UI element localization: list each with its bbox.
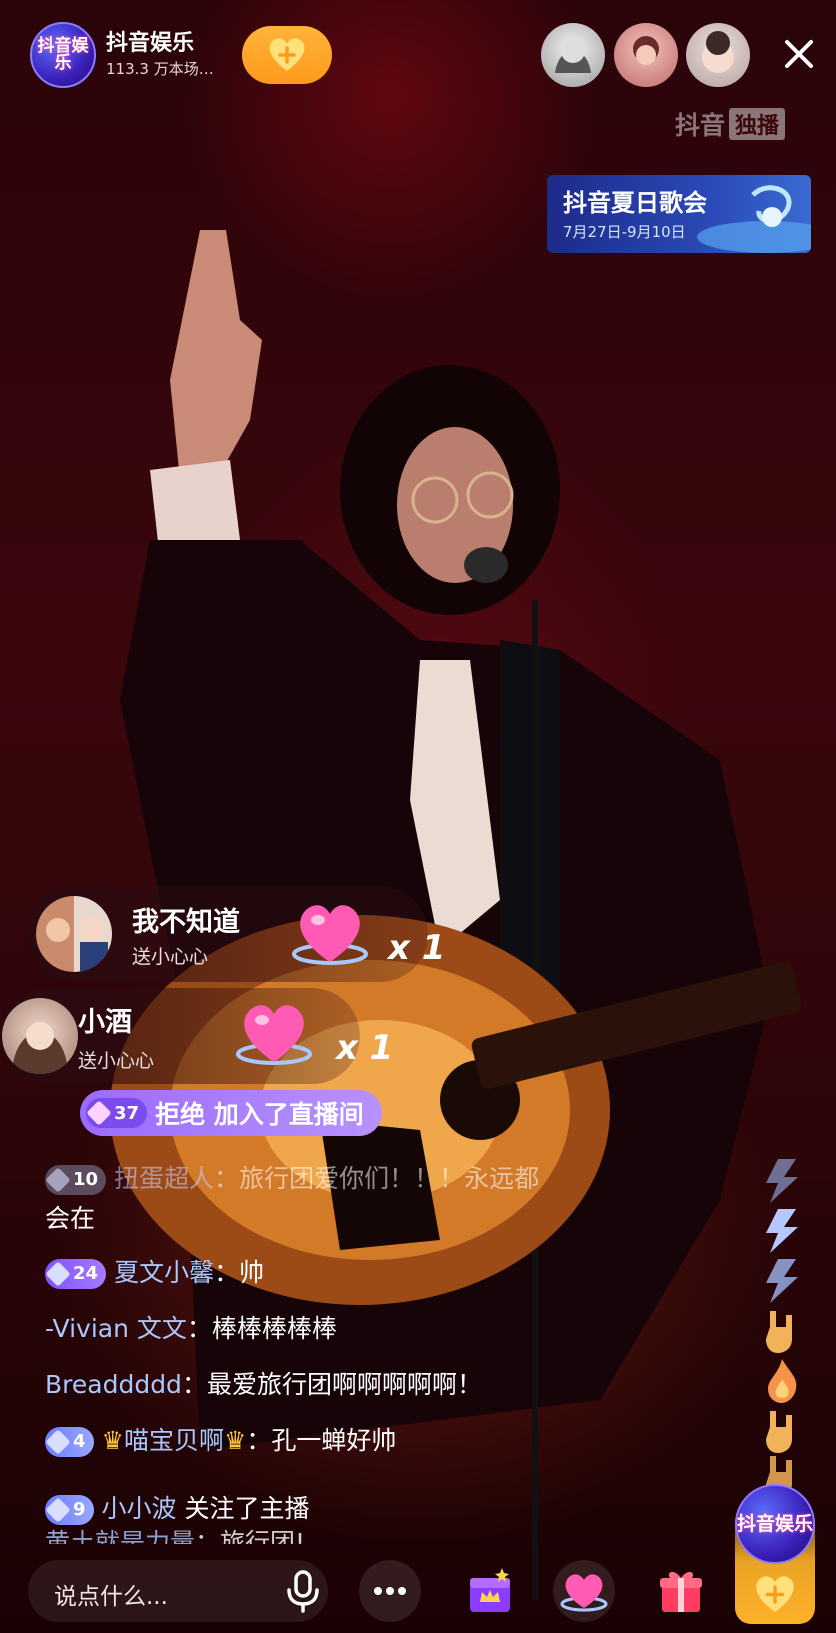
crown-icon: ♛ <box>101 1426 124 1455</box>
gem-icon <box>45 1429 71 1455</box>
level-badge: 37 <box>86 1098 148 1128</box>
gift-sender-avatar[interactable] <box>2 998 78 1074</box>
douyin-exclusive-watermark: 抖音 独播 <box>675 106 786 142</box>
comment-placeholder: 说点什么... <box>54 1584 168 1610</box>
microphone-icon[interactable] <box>278 1566 328 1616</box>
level-badge: 24 <box>45 1259 107 1289</box>
banner-date: 7月27日-9月10日 <box>563 223 686 241</box>
gift-sender-avatar[interactable] <box>36 896 112 972</box>
chat-message: 4 ♛喵宝贝啊♛：孔一蝉好帅 <box>45 1424 705 1458</box>
chat-text: 会在 <box>45 1204 96 1233</box>
rock-hand-icon <box>766 1311 792 1353</box>
more-icon <box>374 1587 406 1595</box>
chat-username[interactable]: 黄土就是力量 <box>45 1528 195 1544</box>
level-badge: 10 <box>45 1165 107 1195</box>
viewer-avatar-1[interactable] <box>541 23 605 87</box>
level-number: 24 <box>73 1263 99 1284</box>
chat-username[interactable]: Breaddddd <box>45 1370 182 1399</box>
chat-text: ：旅行团爱你们！！！永远都 <box>214 1164 540 1193</box>
gift-notification: 我不知道 送小心心 x 1 <box>28 886 448 982</box>
level-number: 37 <box>114 1102 140 1124</box>
anchor-avatar[interactable]: 抖音娱乐 <box>30 22 96 88</box>
chat-message-clipped: 黄土就是力量：旅行团! <box>45 1526 705 1544</box>
user-joined-notice: 37 拒绝 加入了直播间 <box>80 1090 382 1136</box>
follow-button[interactable] <box>242 26 332 84</box>
chat-text: 关注了主播 <box>176 1494 310 1523</box>
chat-text: ：旅行团! <box>195 1528 306 1544</box>
heart-gift-icon <box>236 1005 312 1065</box>
chat-text: ：棒棒棒棒棒 <box>186 1314 337 1343</box>
gift-notification: 小酒 送小心心 x 1 <box>0 988 400 1084</box>
gift-sender-name: 我不知道 <box>132 907 240 938</box>
chat-message: 10 扭蛋超人：旅行团爱你们！！！永远都 <box>45 1162 705 1196</box>
crown-gift-icon[interactable] <box>462 1562 518 1618</box>
level-badge: 4 <box>45 1427 94 1457</box>
lightning-reaction-icon <box>766 1159 798 1203</box>
gift-count: x 1 <box>336 1028 394 1068</box>
gift-sub-text: 送小心心 <box>78 1050 155 1072</box>
chat-username[interactable]: 扭蛋超人 <box>114 1164 214 1193</box>
fire-reaction-icon <box>768 1359 797 1403</box>
banner-title: 抖音夏日歌会 <box>563 189 707 217</box>
level-number: 4 <box>73 1431 86 1452</box>
lightning-reaction-icon <box>766 1259 798 1303</box>
summer-concert-banner[interactable]: 抖音夏日歌会 7月27日-9月10日 <box>547 175 811 253</box>
chat-message: Breaddddd：最爱旅行团啊啊啊啊啊！ <box>45 1368 705 1402</box>
crown-icon: ♛ <box>223 1426 247 1455</box>
gift-count: x 1 <box>388 928 446 968</box>
level-number: 10 <box>73 1169 99 1190</box>
level-number: 9 <box>73 1499 86 1520</box>
more-button[interactable] <box>359 1560 421 1622</box>
chat-message: 9 小小波 关注了主播 <box>45 1492 705 1526</box>
gem-icon <box>45 1167 71 1193</box>
chat-message: 24 夏文小馨：帅 <box>45 1256 705 1290</box>
viewer-avatar-2[interactable] <box>614 23 678 87</box>
anchor-stat: 113.3 万本场… <box>106 60 214 78</box>
like-button[interactable] <box>553 1560 615 1622</box>
heart-icon <box>560 1574 608 1612</box>
chat-text: ：孔一蝉好帅 <box>246 1426 397 1455</box>
chat-message-continued: 会在 <box>45 1202 705 1236</box>
gem-icon <box>45 1497 71 1523</box>
close-icon[interactable] <box>777 32 821 76</box>
heart-gift-icon <box>292 905 368 965</box>
gift-sender-name: 小酒 <box>78 1007 132 1038</box>
anchor-info-card[interactable]: 抖音娱乐 抖音娱乐 113.3 万本场… <box>30 22 214 88</box>
gem-icon <box>45 1261 71 1287</box>
watermark-tag: 独播 <box>729 108 786 140</box>
gift-icon[interactable] <box>656 1566 706 1616</box>
level-badge: 9 <box>45 1495 94 1525</box>
fan-club-logo[interactable]: 抖音娱乐 <box>735 1484 815 1564</box>
heart-plus-icon <box>756 1576 794 1612</box>
heart-plus-icon <box>269 38 305 71</box>
gift-sub-text: 送小心心 <box>132 946 209 968</box>
chat-username[interactable]: 小小波 <box>102 1494 177 1523</box>
chat-username[interactable]: -Vivian 文文 <box>45 1314 187 1343</box>
chat-text: ：最爱旅行团啊啊啊啊啊！ <box>181 1370 482 1399</box>
viewer-avatar-3[interactable] <box>686 23 750 87</box>
gem-icon <box>86 1100 112 1126</box>
join-text: 拒绝 加入了直播间 <box>155 1100 364 1129</box>
chat-username[interactable]: 夏文小馨 <box>114 1258 214 1287</box>
lightning-reaction-icon <box>766 1209 798 1253</box>
chat-message: -Vivian 文文：棒棒棒棒棒 <box>45 1312 705 1346</box>
watermark-brand: 抖音 <box>675 111 726 140</box>
chat-username[interactable]: 喵宝贝啊 <box>124 1426 224 1455</box>
chat-text: ：帅 <box>214 1258 265 1287</box>
anchor-name: 抖音娱乐 <box>106 31 195 56</box>
